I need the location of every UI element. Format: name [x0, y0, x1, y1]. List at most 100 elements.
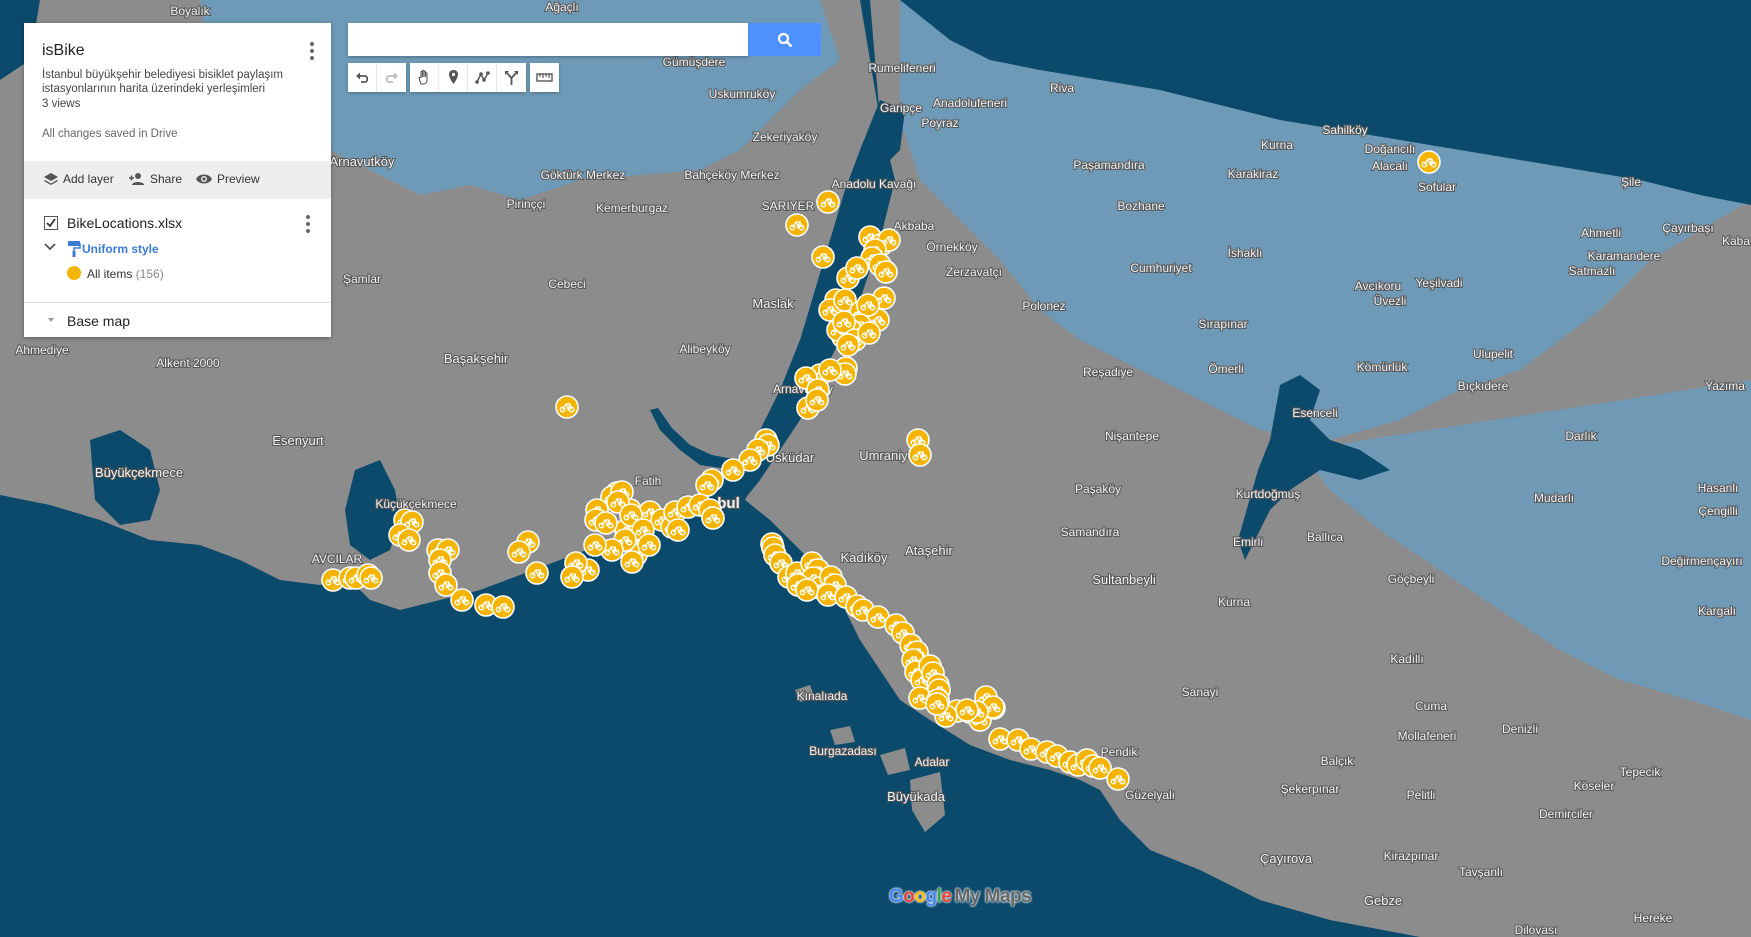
hand-icon: [418, 69, 428, 85]
place-label: Ömerli: [1208, 362, 1243, 376]
place-label: Hereke: [1634, 911, 1673, 925]
place-label: Denizli: [1502, 722, 1538, 736]
place-label: Kömürlük: [1357, 360, 1409, 374]
expand-arrow-icon[interactable]: [46, 315, 56, 325]
preview-button[interactable]: Preview: [195, 172, 260, 186]
bike-station-marker[interactable]: [845, 256, 869, 280]
layer-options-icon[interactable]: [305, 215, 311, 233]
place-label: Değirmençayırı: [1661, 554, 1742, 568]
draw-line-button[interactable]: [468, 63, 497, 92]
bike-station-marker[interactable]: [874, 260, 898, 284]
layer-name[interactable]: BikeLocations.xlsx: [67, 215, 182, 231]
bike-station-marker[interactable]: [525, 561, 549, 585]
bike-station-marker[interactable]: [491, 595, 515, 619]
place-label: Örnekköy: [926, 240, 977, 254]
add-person-icon: [129, 173, 144, 185]
bike-station-marker[interactable]: [397, 528, 421, 552]
bike-station-marker[interactable]: [594, 511, 618, 535]
place-label: İshaklı: [1228, 246, 1263, 260]
bike-station-marker[interactable]: [560, 565, 584, 589]
bicycle-marker-icon: [67, 266, 81, 280]
bike-station-marker[interactable]: [695, 473, 719, 497]
bike-station-marker[interactable]: [925, 692, 949, 716]
place-label: Nişantepe: [1105, 429, 1159, 443]
bike-station-marker[interactable]: [795, 578, 819, 602]
redo-button[interactable]: [377, 63, 406, 92]
place-label: Büyükçekmece: [95, 465, 183, 480]
search-input[interactable]: [348, 23, 749, 56]
bike-station-marker[interactable]: [836, 333, 860, 357]
bike-station-marker[interactable]: [908, 443, 932, 467]
place-label: Adalar: [915, 755, 950, 769]
place-label: Sofular: [1418, 180, 1456, 194]
place-label: Alacalı: [1372, 159, 1408, 173]
bike-station-marker[interactable]: [857, 321, 881, 345]
bike-station-marker[interactable]: [856, 293, 880, 317]
place-label: Boyalık: [170, 4, 210, 18]
bike-station-marker[interactable]: [816, 190, 840, 214]
bike-station-marker[interactable]: [701, 506, 725, 530]
base-map-row[interactable]: Base map: [24, 302, 331, 338]
map-views-count: 3 views: [42, 98, 81, 110]
place-label: Avcıkoru: [1355, 279, 1401, 293]
place-label: Arnavutköy: [329, 154, 395, 169]
bike-station-marker[interactable]: [955, 698, 979, 722]
chevron-down-icon[interactable]: [44, 242, 56, 252]
place-label: Mollafeneri: [1398, 729, 1457, 743]
undo-button[interactable]: [348, 63, 377, 92]
add-layer-button[interactable]: Add layer: [43, 172, 114, 186]
place-label: Satmazlı: [1569, 264, 1616, 278]
place-label: Yazıma: [1705, 379, 1745, 393]
panel-actions-bar: Add layer Share Preview: [24, 161, 331, 199]
place-label: Göçbeyli: [1388, 572, 1435, 586]
place-label: Küçükçekmece: [375, 497, 457, 511]
place-label: Cuma: [1415, 699, 1447, 713]
map-options-icon[interactable]: [309, 42, 315, 60]
add-marker-button[interactable]: [439, 63, 468, 92]
map-description[interactable]: İstanbul büyükşehir belediyesi bisiklet …: [42, 68, 314, 96]
map-title[interactable]: isBike: [42, 42, 85, 60]
place-label: Polonez: [1022, 299, 1065, 313]
bike-station-marker[interactable]: [359, 566, 383, 590]
place-label: Başakşehir: [444, 351, 509, 366]
search-button[interactable]: [748, 23, 821, 56]
layer-visibility-checkbox[interactable]: [44, 216, 58, 230]
bike-station-marker[interactable]: [450, 588, 474, 612]
place-label: Kurna: [1218, 595, 1250, 609]
place-label: Şekerpınar: [1281, 782, 1340, 796]
place-label: Umraniye: [859, 448, 915, 463]
bike-station-marker[interactable]: [507, 540, 531, 564]
bike-station-marker[interactable]: [721, 458, 745, 482]
bike-station-marker[interactable]: [555, 395, 579, 419]
place-label: Ballıca: [1307, 530, 1343, 544]
place-label: Riva: [1050, 81, 1074, 95]
place-label: Paşamandıra: [1073, 158, 1145, 172]
place-label: Kurtdoğmuş: [1236, 487, 1301, 501]
place-label: Ataşehir: [905, 543, 953, 558]
place-label: Bıçkıdere: [1458, 379, 1509, 393]
place-label: Poyraz: [921, 116, 958, 130]
add-directions-button[interactable]: [497, 63, 526, 92]
select-items-button[interactable]: [410, 63, 439, 92]
bike-station-marker[interactable]: [785, 213, 809, 237]
bike-station-marker[interactable]: [637, 533, 661, 557]
layer-style-selector[interactable]: Uniform style: [44, 240, 244, 258]
google-my-maps-logo: Google My Maps: [889, 886, 1032, 907]
bike-station-marker[interactable]: [1106, 767, 1130, 791]
bike-station-marker[interactable]: [620, 550, 644, 574]
place-label: Şile: [1621, 175, 1641, 189]
measure-button[interactable]: [530, 63, 559, 92]
bike-station-marker[interactable]: [1417, 150, 1441, 174]
place-label: Esenceli: [1292, 406, 1337, 420]
place-label: Reşadiye: [1083, 365, 1133, 379]
bike-station-marker[interactable]: [666, 518, 690, 542]
bike-station-marker[interactable]: [818, 358, 842, 382]
bike-station-marker[interactable]: [805, 388, 829, 412]
items-count: (156): [135, 267, 164, 281]
place-label: Göktürk Merkez: [541, 168, 626, 182]
bike-station-marker[interactable]: [811, 245, 835, 269]
share-button[interactable]: Share: [128, 172, 182, 186]
place-label: Kınalıada: [797, 689, 848, 703]
bike-station-marker[interactable]: [583, 533, 607, 557]
place-label: Samandıra: [1061, 525, 1120, 539]
